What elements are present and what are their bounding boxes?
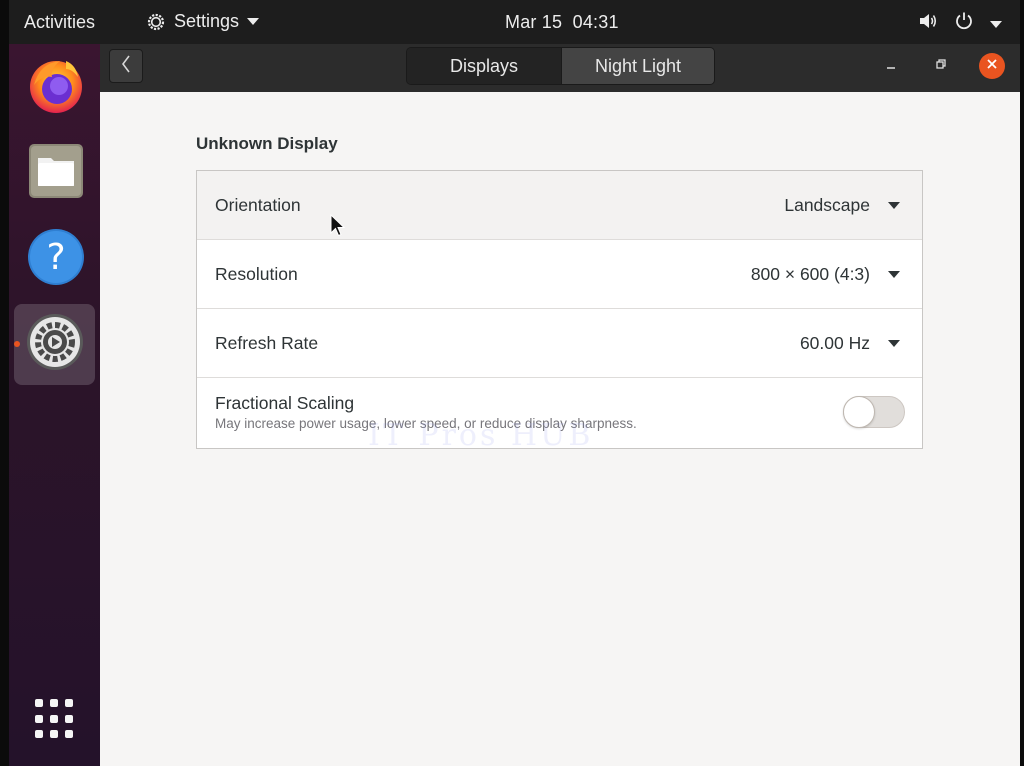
dock: ? (9, 44, 100, 766)
display-settings-list: Orientation Landscape Resolution 800 × 6… (196, 170, 923, 449)
app-menu-label: Settings (174, 11, 240, 31)
chevron-down-icon (888, 340, 900, 347)
switch-knob (843, 396, 875, 428)
activities-button[interactable]: Activities (24, 12, 95, 33)
watermark: IT Pros HUB (368, 418, 594, 453)
chevron-down-icon (888, 271, 900, 278)
maximize-button[interactable] (928, 53, 954, 79)
system-menu[interactable] (918, 11, 1002, 36)
minimize-icon (885, 57, 897, 75)
orientation-value: Landscape (784, 195, 870, 215)
view-switcher: Displays Night Light (406, 47, 715, 85)
dock-help[interactable]: ? (23, 226, 89, 292)
header-bar: Displays Night Light (100, 44, 1020, 93)
close-icon (986, 57, 998, 75)
refresh-rate-value: 60.00 Hz (799, 333, 870, 353)
fractional-scaling-label: Fractional Scaling (215, 393, 355, 413)
refresh-rate-label: Refresh Rate (215, 333, 319, 353)
settings-icon (25, 312, 85, 377)
running-indicator (14, 341, 20, 347)
svg-text:?: ? (46, 237, 65, 278)
tab-night-light[interactable]: Night Light (561, 48, 714, 84)
display-name-heading: Unknown Display (196, 134, 338, 153)
refresh-rate-row[interactable]: Refresh Rate 60.00 Hz (197, 309, 922, 378)
gear-icon (146, 12, 166, 32)
maximize-icon (935, 57, 947, 75)
screen-edge-right (1020, 0, 1024, 766)
chevron-down-icon (247, 17, 260, 26)
dock-files[interactable] (23, 140, 89, 206)
top-bar: Activities Settings Mar 15 04:31 (9, 0, 1020, 44)
dock-firefox[interactable] (23, 54, 89, 120)
back-button[interactable] (109, 49, 143, 83)
power-icon (954, 11, 974, 36)
files-icon (27, 142, 85, 205)
firefox-icon (26, 55, 86, 120)
resolution-value: 800 × 600 (4:3) (750, 264, 870, 284)
close-button[interactable] (979, 53, 1005, 79)
resolution-label: Resolution (215, 264, 298, 284)
grid-icon[interactable] (35, 699, 75, 739)
dock-settings[interactable] (14, 304, 95, 385)
orientation-label: Orientation (215, 195, 301, 215)
tab-displays[interactable]: Displays (407, 48, 561, 84)
chevron-left-icon (121, 55, 131, 78)
resolution-row[interactable]: Resolution 800 × 600 (4:3) (197, 240, 922, 309)
clock[interactable]: Mar 15 04:31 (505, 12, 619, 33)
chevron-down-icon (888, 202, 900, 209)
chevron-down-icon (990, 13, 1002, 34)
screen-edge-left (0, 0, 9, 766)
orientation-row[interactable]: Orientation Landscape (197, 171, 922, 240)
displays-panel: Unknown Display Orientation Landscape Re… (100, 92, 1020, 766)
fractional-scaling-switch[interactable] (843, 396, 905, 428)
help-icon: ? (26, 227, 86, 292)
volume-icon (918, 12, 938, 35)
settings-window: Displays Night Light Unknown Display Ori… (100, 44, 1020, 766)
mouse-pointer-icon (330, 213, 346, 243)
app-menu[interactable]: Settings (146, 11, 260, 32)
minimize-button[interactable] (878, 53, 904, 79)
